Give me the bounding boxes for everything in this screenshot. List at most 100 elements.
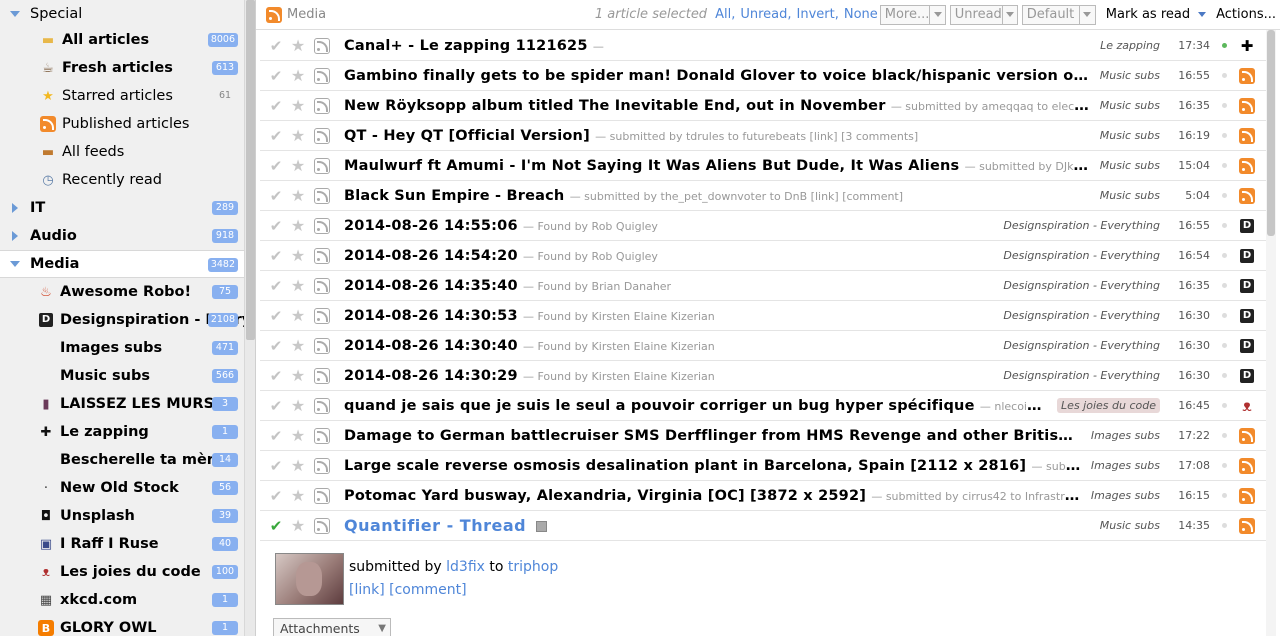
sidebar-item-special[interactable]: ▬ All feeds xyxy=(0,138,244,166)
headline-row[interactable]: ✔ ★ QT - Hey QT [Official Version] — submi… xyxy=(260,121,1268,151)
article-thumbnail[interactable] xyxy=(275,553,344,605)
headline-feed-name[interactable]: Designspiration - Everything xyxy=(1003,369,1160,382)
chevron-down-icon[interactable] xyxy=(10,11,20,17)
sidebar-feed-item[interactable]: ᴥ Les joies du code 100 xyxy=(0,558,244,586)
headline-title[interactable]: 2014-08-26 14:30:29 — Found by Kirsten E… xyxy=(344,368,993,384)
sidebar-item-special[interactable]: ◷ Recently read xyxy=(0,166,244,194)
star-icon[interactable]: ★ xyxy=(290,216,306,235)
publish-icon[interactable] xyxy=(314,487,330,504)
chevron-down-icon[interactable] xyxy=(10,261,20,267)
checkmark-icon[interactable]: ✔ xyxy=(268,157,284,175)
sidebar-feed-item[interactable]: · New Old Stock 56 xyxy=(0,474,244,502)
headline-title[interactable]: 2014-08-26 14:54:20 — Found by Rob Quigl… xyxy=(344,248,993,264)
star-icon[interactable]: ★ xyxy=(290,516,306,535)
headline-row[interactable]: ✔ ★ Gambino finally gets to be spider man!… xyxy=(260,61,1268,91)
checkmark-icon[interactable]: ✔ xyxy=(268,277,284,295)
headline-feed-name[interactable]: Designspiration - Everything xyxy=(1003,219,1160,232)
sidebar-item-special[interactable]: ★ Starred articles 61 xyxy=(0,82,244,110)
headline-row[interactable]: ✔ ★ Canal+ - Le zapping 1121625 — Le zappin… xyxy=(260,31,1268,61)
headline-title[interactable]: Large scale reverse osmosis desalination… xyxy=(344,458,1081,474)
publish-icon[interactable] xyxy=(314,247,330,264)
headline-row[interactable]: ✔ ★ Quantifier - Thread Music subs 14:35 xyxy=(260,511,1268,541)
checkmark-icon[interactable]: ✔ xyxy=(268,37,284,55)
headline-title[interactable]: Canal+ - Le zapping 1121625 — xyxy=(344,38,1090,54)
sidebar-feed-item[interactable]: B GLORY OWL 1 xyxy=(0,614,244,636)
publish-icon[interactable] xyxy=(314,337,330,354)
checkmark-icon[interactable]: ✔ xyxy=(268,307,284,325)
headline-feed-name[interactable]: Designspiration - Everything xyxy=(1003,309,1160,322)
sidebar-item-special[interactable]: Published articles xyxy=(0,110,244,138)
headline-row[interactable]: ✔ ★ Maulwurf ft Amumi - I'm Not Saying It … xyxy=(260,151,1268,181)
star-icon[interactable]: ★ xyxy=(290,276,306,295)
checkmark-icon[interactable]: ✔ xyxy=(268,487,284,505)
attachments-dropdown[interactable]: Attachments ▼ xyxy=(273,618,391,636)
select-invert-link[interactable]: Invert, xyxy=(797,7,839,22)
headlines-scrollbar[interactable] xyxy=(1266,30,1276,636)
headline-row[interactable]: ✔ ★ Damage to German battlecruiser SMS Der… xyxy=(260,421,1268,451)
sidebar-feed-item[interactable]: Music subs 566 xyxy=(0,362,244,390)
headline-title[interactable]: 2014-08-26 14:30:40 — Found by Kirsten E… xyxy=(344,338,993,354)
star-icon[interactable]: ★ xyxy=(290,306,306,325)
headline-feed-name[interactable]: Designspiration - Everything xyxy=(1003,339,1160,352)
publish-icon[interactable] xyxy=(314,307,330,324)
chevron-right-icon[interactable] xyxy=(12,203,18,213)
sidebar-feed-item[interactable]: ✚ Le zapping 1 xyxy=(0,418,244,446)
headline-feed-name[interactable]: Music subs xyxy=(1100,519,1160,532)
headline-row[interactable]: ✔ ★ 2014-08-26 14:54:20 — Found by Rob Qui… xyxy=(260,241,1268,271)
headline-title[interactable]: 2014-08-26 14:30:53 — Found by Kirsten E… xyxy=(344,308,993,324)
sidebar-scrollbar-thumb[interactable] xyxy=(246,0,255,340)
publish-icon[interactable] xyxy=(314,367,330,384)
sidebar-feed-item[interactable]: ♨ Awesome Robo! 75 xyxy=(0,278,244,306)
star-icon[interactable]: ★ xyxy=(290,96,306,115)
headline-row[interactable]: ✔ ★ Potomac Yard busway, Alexandria, Virgi… xyxy=(260,481,1268,511)
headline-row[interactable]: ✔ ★ 2014-08-26 14:30:53 — Found by Kirsten… xyxy=(260,301,1268,331)
select-unread-link[interactable]: Unread, xyxy=(740,7,791,22)
select-none-link[interactable]: None xyxy=(844,7,878,22)
sidebar-feed-item[interactable]: ▮ LAISSEZ LES MURS 3 xyxy=(0,390,244,418)
checkmark-icon[interactable]: ✔ xyxy=(268,427,284,445)
mark-as-read-button[interactable]: Mark as read xyxy=(1106,7,1190,22)
star-icon[interactable]: ★ xyxy=(290,456,306,475)
publish-icon[interactable] xyxy=(314,157,330,174)
star-icon[interactable]: ★ xyxy=(290,336,306,355)
more-select[interactable]: More... xyxy=(879,4,946,25)
checkmark-icon[interactable]: ✔ xyxy=(268,97,284,115)
headline-feed-name[interactable]: Music subs xyxy=(1100,189,1160,202)
mark-as-read-dropdown-icon[interactable] xyxy=(1198,12,1207,17)
sidebar-feed-item[interactable]: Bescherelle ta mère 14 xyxy=(0,446,244,474)
sidebar-feed-item[interactable]: Images subs 471 xyxy=(0,334,244,362)
publish-icon[interactable] xyxy=(314,427,330,444)
publish-icon[interactable] xyxy=(314,97,330,114)
sidebar-category[interactable]: Media 3482 xyxy=(0,250,244,278)
actions-menu[interactable]: Actions... xyxy=(1216,7,1276,22)
headline-feed-name[interactable]: Designspiration - Everything xyxy=(1003,249,1160,262)
publish-icon[interactable] xyxy=(314,67,330,84)
headline-title[interactable]: Potomac Yard busway, Alexandria, Virgini… xyxy=(344,488,1081,504)
headline-title[interactable]: 2014-08-26 14:35:40 — Found by Brian Dan… xyxy=(344,278,993,294)
checkmark-icon[interactable]: ✔ xyxy=(268,187,284,205)
tree-special-header[interactable]: Special xyxy=(0,0,244,28)
headline-title[interactable]: QT - Hey QT [Official Version] — submitt… xyxy=(344,128,1090,144)
headline-row[interactable]: ✔ ★ quand je sais que je suis le seul a po… xyxy=(260,391,1268,421)
publish-icon[interactable] xyxy=(314,457,330,474)
star-icon[interactable]: ★ xyxy=(290,246,306,265)
sidebar-feed-item[interactable]: ▦ xkcd.com 1 xyxy=(0,586,244,614)
publish-icon[interactable] xyxy=(314,397,330,414)
checkmark-icon[interactable]: ✔ xyxy=(268,337,284,355)
sidebar-feed-item[interactable]: DDesignspiration - Everything2108 xyxy=(0,306,244,334)
headline-row[interactable]: ✔ ★ 2014-08-26 14:55:06 — Found by Rob Qui… xyxy=(260,211,1268,241)
star-icon[interactable]: ★ xyxy=(290,486,306,505)
chevron-right-icon[interactable] xyxy=(12,231,18,241)
headline-feed-name[interactable]: Music subs xyxy=(1100,159,1160,172)
link-link[interactable]: [link] xyxy=(349,582,385,598)
headline-feed-name[interactable]: Music subs xyxy=(1100,69,1160,82)
headlines-scrollbar-thumb[interactable] xyxy=(1267,30,1275,236)
headline-row[interactable]: ✔ ★ Large scale reverse osmosis desalinati… xyxy=(260,451,1268,481)
headline-title[interactable]: Gambino finally gets to be spider man! D… xyxy=(344,68,1090,84)
sidebar-item-special[interactable]: ▬ All articles 8006 xyxy=(0,26,244,54)
headline-row[interactable]: ✔ ★ New Röyksopp album titled The Inevitab… xyxy=(260,91,1268,121)
star-icon[interactable]: ★ xyxy=(290,366,306,385)
sidebar-feed-item[interactable]: ▣ I Raff I Ruse 40 xyxy=(0,530,244,558)
checkmark-icon[interactable]: ✔ xyxy=(268,217,284,235)
headline-title[interactable]: Damage to German battlecruiser SMS Derff… xyxy=(344,428,1081,444)
